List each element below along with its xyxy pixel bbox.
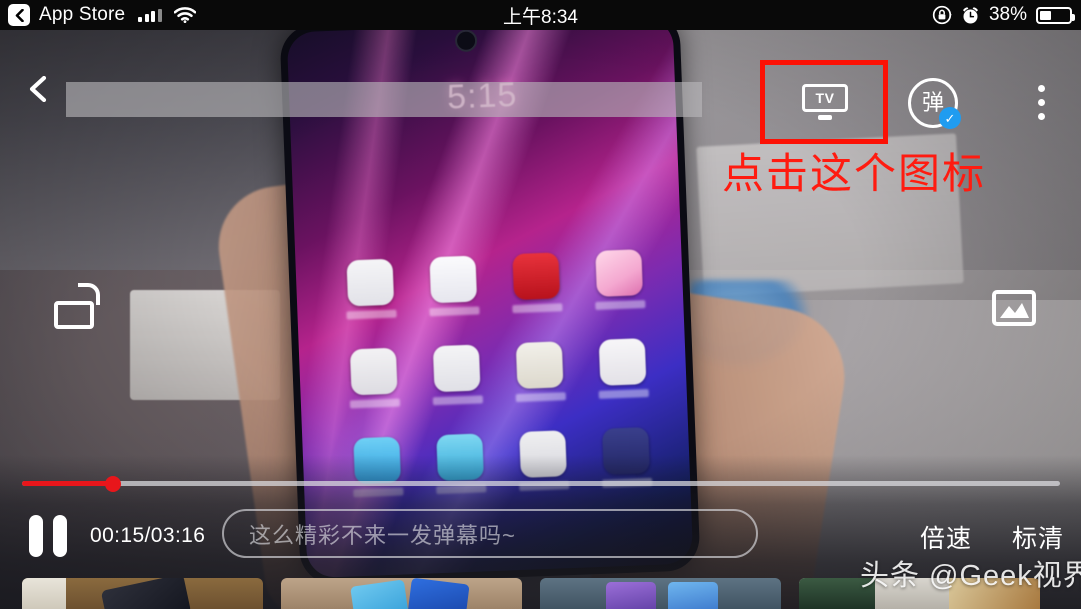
annotation-text: 点击这个图标	[722, 149, 987, 198]
related-video-thumbnail[interactable]	[22, 578, 263, 609]
phone-app-icon	[347, 347, 400, 409]
phone-app-icon	[510, 252, 563, 314]
battery-percentage: 38%	[988, 4, 1027, 25]
status-bar-left: App Store	[0, 4, 196, 26]
snapshot-button[interactable]	[991, 288, 1037, 328]
watermark: 头条 @Geek视界	[860, 560, 1081, 592]
progress-bar[interactable]	[22, 475, 1060, 492]
back-to-app-store-button[interactable]	[8, 4, 30, 26]
danmaku-input[interactable]: 这么精彩不来一发弹幕吗~	[222, 509, 758, 558]
screen-lock-button[interactable]	[52, 283, 104, 331]
pause-button[interactable]	[25, 512, 71, 560]
image-icon	[992, 290, 1036, 326]
player-back-button[interactable]	[26, 76, 52, 102]
more-vertical-icon	[1037, 84, 1045, 92]
progress-bar-knob[interactable]	[105, 475, 122, 492]
check-badge-icon: ✓	[939, 107, 961, 129]
tv-icon: TV	[802, 84, 848, 120]
related-video-thumbnail[interactable]	[281, 578, 522, 609]
progress-bar-fill	[22, 481, 114, 486]
back-app-label[interactable]: App Store	[39, 4, 125, 26]
battery-icon	[1036, 6, 1075, 24]
phone-app-icon	[593, 249, 646, 310]
rotation-lock-icon	[932, 5, 952, 25]
more-options-button[interactable]	[1028, 78, 1054, 126]
video-player-screen: 5:15	[0, 0, 1081, 609]
phone-app-icon	[513, 341, 566, 403]
alarm-clock-icon	[962, 6, 978, 23]
chevron-left-icon	[15, 8, 24, 22]
ios-status-bar: App Store 上午8:34 38%	[0, 0, 1081, 30]
video-title-redacted	[66, 82, 702, 117]
wifi-icon	[173, 7, 196, 23]
phone-app-icon	[596, 338, 649, 399]
tv-icon-label: TV	[815, 90, 835, 106]
cellular-signal-icon	[138, 8, 162, 22]
phone-app-icon	[427, 255, 480, 317]
player-top-bar: TV 弹 ✓	[0, 30, 1081, 144]
video-quality-button[interactable]: 标清	[1012, 519, 1064, 555]
phone-app-icon	[430, 344, 483, 406]
time-display: 00:15/03:16	[90, 524, 206, 547]
playback-speed-button[interactable]: 倍速	[920, 519, 972, 555]
danmaku-input-placeholder: 这么精彩不来一发弹幕吗~	[249, 522, 516, 548]
pause-icon	[29, 515, 43, 557]
cast-to-tv-button[interactable]: TV	[795, 80, 855, 124]
status-bar-right: 38%	[932, 4, 1081, 26]
related-video-thumbnail[interactable]	[540, 578, 781, 609]
danmaku-toggle-button[interactable]: 弹 ✓	[908, 78, 961, 129]
phone-app-icon	[344, 258, 397, 320]
